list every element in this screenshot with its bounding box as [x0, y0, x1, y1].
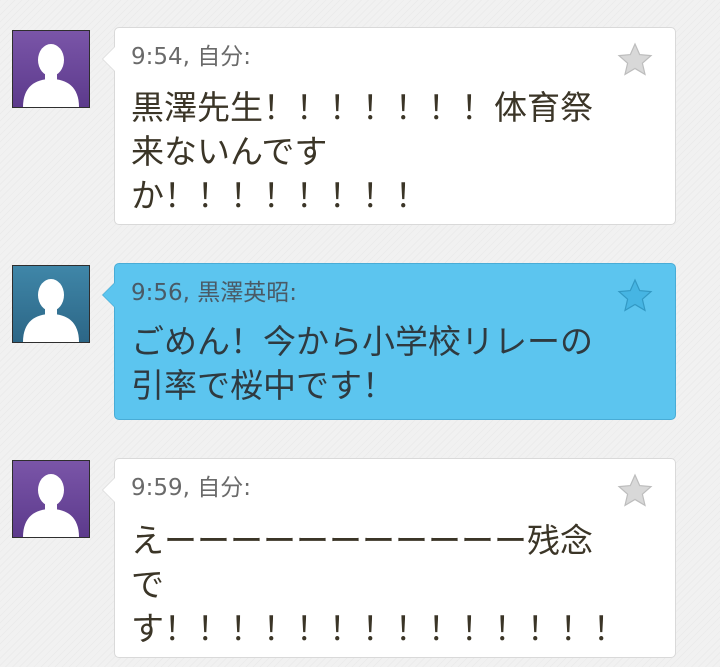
message-text: ごめん！今から小学校リレーの引率で桜中です！ — [131, 322, 593, 405]
message-text: 黒澤先生！！！！！！！体育祭来ないんですか！！！！！！！！ — [131, 88, 593, 215]
message-bubble[interactable]: 9:59, 自分: えーーーーーーーーーーー残念です！！！！！！！！！！！！！！ — [102, 458, 676, 658]
message-meta: 9:59, 自分: — [131, 475, 252, 501]
message-bubble[interactable]: 9:56, 黒澤英昭: ごめん！今から小学校リレーの引率で桜中です！ — [102, 263, 676, 420]
avatar[interactable] — [12, 265, 90, 343]
message-meta: 9:56, 黒澤英昭: — [131, 280, 298, 306]
star-icon[interactable] — [617, 42, 653, 78]
star-icon[interactable] — [617, 473, 653, 509]
message-meta: 9:54, 自分: — [131, 44, 252, 70]
message-bubble[interactable]: 9:54, 自分: 黒澤先生！！！！！！！体育祭来ないんですか！！！！！！！！ — [102, 27, 676, 225]
message-text: えーーーーーーーーーーー残念です！！！！！！！！！！！！！！ — [131, 521, 626, 648]
avatar[interactable] — [12, 460, 90, 538]
bubble-tail — [102, 477, 115, 503]
bubble-tail — [102, 282, 115, 308]
star-icon[interactable] — [617, 278, 653, 314]
bubble-tail — [102, 46, 115, 72]
user-silhouette-icon — [23, 474, 79, 537]
user-silhouette-icon — [23, 279, 79, 342]
user-silhouette-icon — [23, 44, 79, 107]
avatar[interactable] — [12, 30, 90, 108]
